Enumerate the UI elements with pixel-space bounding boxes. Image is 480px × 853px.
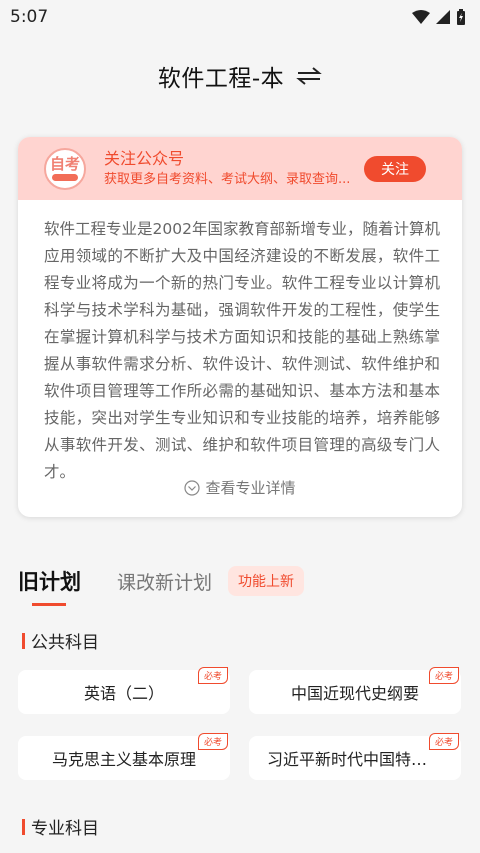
swap-icon[interactable]: [296, 66, 322, 86]
status-bar: 5:07: [0, 0, 480, 34]
required-tag: 必考: [428, 667, 459, 684]
follow-button[interactable]: 关注: [364, 156, 426, 182]
subject-card[interactable]: 马克思主义基本原理 必考: [18, 733, 230, 780]
section-major: 专业科目: [22, 814, 99, 839]
subject-card[interactable]: 中国近现代史纲要 必考: [249, 667, 461, 714]
status-time: 5:07: [10, 7, 49, 27]
section-public-title: 公共科目: [31, 633, 99, 653]
wifi-icon: [412, 10, 430, 24]
subject-name: 中国近现代史纲要: [290, 684, 419, 703]
view-detail-label: 查看专业详情: [205, 479, 296, 497]
required-tag: 必考: [197, 733, 228, 750]
logo-text: 自考: [49, 155, 80, 173]
plan-tabs: 旧计划 课改新计划 功能上新: [18, 566, 305, 606]
subject-name: 英语（二）: [83, 684, 164, 703]
section-bar: [22, 632, 25, 649]
major-card: 自考 关注公众号 获取更多自考资料、考试大纲、录取查询... 关注 软件工程专业…: [18, 137, 462, 517]
tab-old-plan[interactable]: 旧计划: [18, 566, 81, 606]
status-icons: [412, 9, 466, 25]
follow-banner[interactable]: 自考 关注公众号 获取更多自考资料、考试大纲、录取查询... 关注: [18, 137, 462, 200]
battery-icon: [457, 9, 465, 25]
signal-icon: [436, 10, 450, 24]
section-major-title: 专业科目: [31, 819, 99, 839]
major-description: 软件工程专业是2002年国家教育部新增专业，随着计算机应用领域的不断扩大及中国经…: [44, 220, 440, 481]
subject-card[interactable]: 英语（二） 必考: [18, 667, 230, 714]
view-detail-link[interactable]: 查看专业详情: [18, 477, 462, 498]
required-tag: 必考: [197, 667, 228, 684]
subject-name: 马克思主义基本原理: [51, 750, 196, 769]
wechat-logo: 自考: [44, 147, 86, 190]
chevron-down-circle-icon: [184, 479, 201, 496]
page-header: 软件工程-本: [0, 34, 480, 118]
page-title: 软件工程-本: [157, 66, 285, 92]
logo-sub-icon: [52, 174, 78, 181]
section-public: 公共科目: [22, 628, 99, 653]
section-bar: [22, 818, 25, 835]
new-feature-badge: 功能上新: [228, 566, 305, 596]
required-tag: 必考: [428, 733, 459, 750]
tab-new-plan[interactable]: 课改新计划: [117, 568, 212, 595]
subject-card[interactable]: 习近平新时代中国特色社会主义思想概论 必考: [249, 733, 461, 780]
subject-name: 习近平新时代中国特色社会主义思想概论: [267, 750, 443, 769]
